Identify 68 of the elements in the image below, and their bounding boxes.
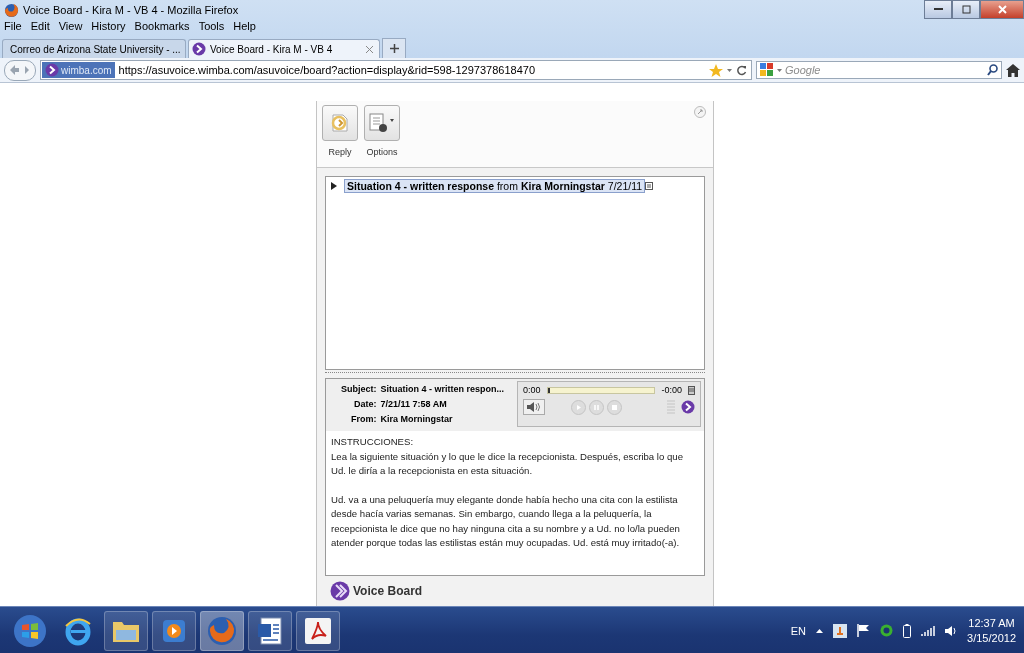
media-player-icon[interactable] (162, 618, 186, 643)
search-bar[interactable]: Google (756, 61, 1002, 79)
message-paragraph: INSTRUCCIONES: Lea la siguiente situación y lo que le dice la recepcionista. Después, escriba lo que Ud. le diría a la recepcionista en esta situación. (331, 435, 684, 478)
field-label: From: (350, 414, 377, 426)
reload-icon[interactable] (736, 64, 747, 76)
clock[interactable]: 12:37 AM 3/15/2012 (967, 615, 1016, 646)
volume-icon[interactable] (945, 624, 958, 637)
document-icon[interactable] (256, 615, 284, 646)
wimba-icon (45, 63, 59, 77)
wimba-icon (192, 42, 206, 56)
volume-icon[interactable] (523, 399, 545, 415)
menu-item[interactable]: Edit (30, 20, 50, 34)
reply-icon (329, 112, 351, 134)
search-icon[interactable] (987, 64, 998, 76)
menu-item[interactable]: View (58, 20, 83, 34)
thread-item[interactable]: Situation 4 - written response from Kira Morningstar 7/21/11 (344, 179, 646, 193)
browser-e-icon[interactable] (63, 615, 93, 646)
antivirus-icon[interactable] (880, 624, 894, 637)
menu-item[interactable]: Bookmarks (134, 20, 190, 34)
browser-tab[interactable]: Correo de Arizona State University - ... (2, 39, 186, 58)
dropdown-icon[interactable] (727, 68, 732, 72)
attachment-icon (645, 182, 654, 190)
signal-icon[interactable] (921, 625, 936, 636)
show-hidden-icons-icon[interactable] (816, 628, 824, 633)
wimba-icon (681, 400, 695, 414)
menu-item[interactable]: History (91, 20, 126, 34)
browser-tab[interactable]: Voice Board - Kira M - VB 4 (188, 39, 380, 58)
field-value: 7/21/11 7:58 AM (380, 399, 448, 411)
close-icon (997, 5, 1007, 14)
pdf-reader-icon[interactable] (304, 616, 332, 645)
language-indicator[interactable]: EN (790, 624, 807, 637)
voice-board-logo-icon (330, 581, 350, 601)
back-forward-arrows-icon (9, 65, 31, 75)
java-icon[interactable] (833, 623, 848, 638)
menu-item[interactable]: Tools (198, 20, 225, 34)
plus-icon (389, 44, 399, 53)
field-value: Kira Morningstar (380, 414, 454, 426)
firefox-icon (4, 2, 19, 18)
restore-icon (961, 5, 971, 14)
battery-icon[interactable] (903, 623, 912, 638)
collapsed-arrow-icon[interactable] (331, 182, 338, 190)
brand-name: Voice Board (353, 584, 423, 598)
dropdown-icon[interactable] (777, 68, 782, 72)
menu-item[interactable]: File (4, 20, 22, 34)
field-label: Date: (353, 399, 377, 411)
field-label: Subject: (340, 384, 377, 396)
star-icon[interactable] (709, 63, 723, 77)
message-paragraph: Ud. va a una peluquería muy elegante donde había hecho una cita con la estilista desde hacía varias semanas. Sin embargo, cuando llega a la peluquería, la recepcionista le dice que no hay ninguna cita a su nombre y a Ud. no lo/la pueden atender porque todas las estilistas están muy ocupadas. Ud. está muy irritado(-a). (331, 492, 681, 550)
elapsed-time: 0:00 (523, 385, 541, 395)
remaining-time: -0:00 (661, 385, 682, 395)
site-identity-badge[interactable]: wimba.com (42, 62, 115, 78)
menu-icon[interactable] (688, 385, 695, 395)
field-value: Situation 4 - written respon... (380, 384, 505, 396)
window-title: Voice Board - Kira M - VB 4 - Mozilla Firefox (23, 4, 239, 16)
new-tab-button[interactable] (382, 38, 406, 58)
restore-button[interactable] (952, 0, 980, 19)
document-gear-icon (368, 112, 396, 134)
menu-item[interactable]: Help (233, 20, 256, 34)
home-icon[interactable] (1006, 63, 1020, 77)
minimize-button[interactable] (924, 0, 952, 19)
popout-icon[interactable] (694, 106, 706, 118)
search-engine-icon[interactable] (760, 63, 774, 77)
windows-start-icon[interactable] (13, 613, 47, 648)
flag-icon[interactable] (857, 624, 871, 637)
close-button[interactable] (980, 0, 1024, 19)
minimize-icon (933, 8, 943, 11)
address-bar[interactable]: wimba.com https://asuvoice.wimba.com/asuvoice/board?action=display&rid=598-1297378618470 (40, 60, 752, 80)
close-tab-icon[interactable] (366, 45, 373, 53)
